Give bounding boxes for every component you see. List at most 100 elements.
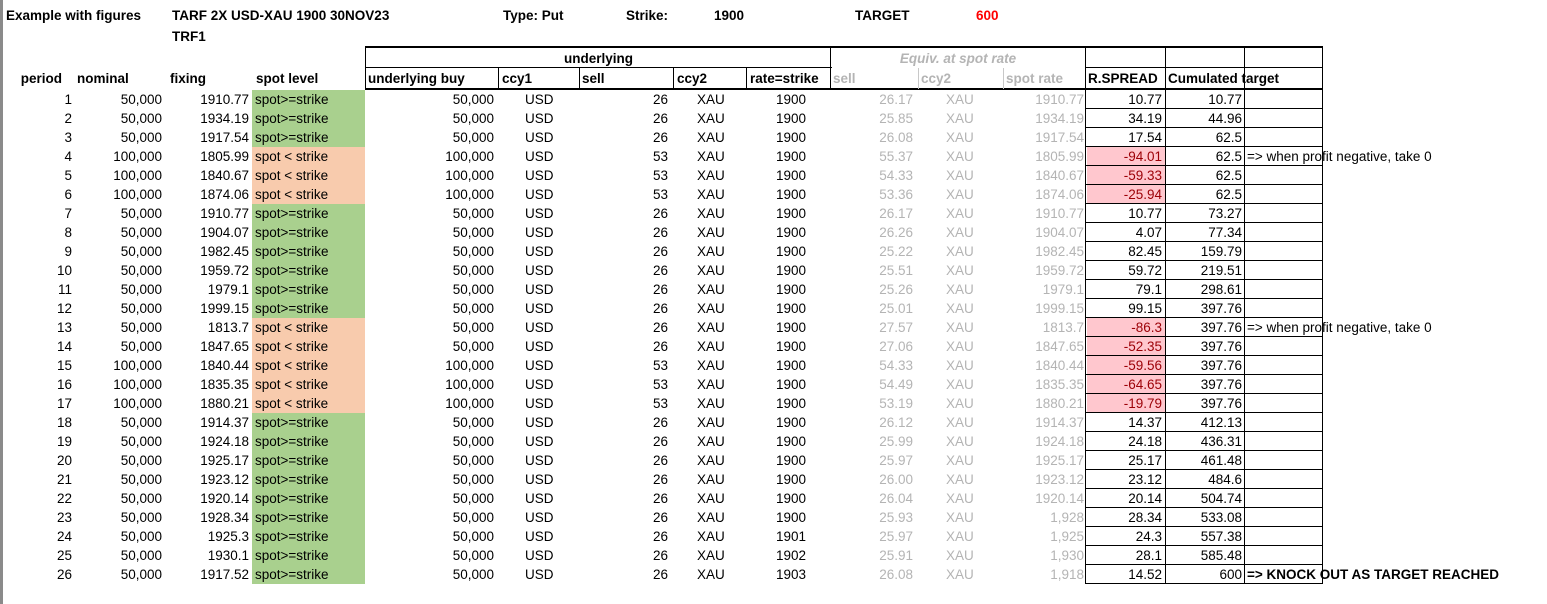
cell-nominal[interactable]: 100,000 [72, 375, 162, 394]
cell-cum[interactable]: 585.48 [1166, 546, 1242, 565]
cell-rate[interactable]: 1900 [747, 128, 806, 147]
cell-rate[interactable]: 1900 [747, 223, 806, 242]
cell-fixing[interactable]: 1925.3 [162, 527, 249, 546]
cell-ccy2[interactable]: XAU [697, 109, 742, 128]
cell-sell[interactable]: 53 [580, 356, 668, 375]
cell-eq-sell[interactable]: 26.17 [831, 204, 913, 223]
cell-fixing[interactable]: 1880.21 [162, 394, 249, 413]
cell-period[interactable]: 11 [6, 280, 72, 299]
cell-cum[interactable]: 397.76 [1166, 375, 1242, 394]
cell-eq-sell[interactable]: 27.57 [831, 318, 913, 337]
cell-eq-ccy2[interactable]: XAU [946, 204, 996, 223]
cell-rate[interactable]: 1900 [747, 299, 806, 318]
cell-sell[interactable]: 26 [580, 451, 668, 470]
cell-rate[interactable]: 1900 [747, 356, 806, 375]
cell-buy[interactable]: 50,000 [366, 565, 494, 584]
cell-spot-rate[interactable]: 1874.06 [1004, 185, 1084, 204]
cell-eq-ccy2[interactable]: XAU [946, 508, 996, 527]
cell-eq-ccy2[interactable]: XAU [946, 318, 996, 337]
cell-cum[interactable]: 600 [1166, 565, 1242, 584]
cell-spot-rate[interactable]: 1979.1 [1004, 280, 1084, 299]
cell-spot-rate[interactable]: 1917.54 [1004, 128, 1084, 147]
cell-spread[interactable]: -59.33 [1086, 166, 1162, 185]
cell-sell[interactable]: 53 [580, 185, 668, 204]
cell-spot-rate[interactable]: 1904.07 [1004, 223, 1084, 242]
cell-spot[interactable]: spot>=strike [253, 451, 365, 470]
cell-ccy2[interactable]: XAU [697, 356, 742, 375]
cell-period[interactable]: 12 [6, 299, 72, 318]
cell-ccy1[interactable]: USD [525, 147, 575, 166]
cell-eq-sell[interactable]: 54.33 [831, 356, 913, 375]
cell-cum[interactable]: 461.48 [1166, 451, 1242, 470]
cell-eq-sell[interactable]: 25.85 [831, 109, 913, 128]
cell-spot-rate[interactable]: 1923.12 [1004, 470, 1084, 489]
cell-spread[interactable]: 14.37 [1086, 413, 1162, 432]
cell-fixing[interactable]: 1924.18 [162, 432, 249, 451]
cell-period[interactable]: 3 [6, 128, 72, 147]
cell-sell[interactable]: 26 [580, 128, 668, 147]
cell-eq-ccy2[interactable]: XAU [946, 299, 996, 318]
cell-eq-sell[interactable]: 25.99 [831, 432, 913, 451]
cell-spread[interactable]: 82.45 [1086, 242, 1162, 261]
cell-period[interactable]: 9 [6, 242, 72, 261]
cell-period[interactable]: 20 [6, 451, 72, 470]
cell-spot-rate[interactable]: 1934.19 [1004, 109, 1084, 128]
cell-sell[interactable]: 26 [580, 242, 668, 261]
cell-fixing[interactable]: 1917.54 [162, 128, 249, 147]
cell-cum[interactable]: 62.5 [1166, 128, 1242, 147]
cell-spread[interactable]: -86.3 [1086, 318, 1162, 337]
cell-ccy1[interactable]: USD [525, 299, 575, 318]
cell-ccy2[interactable]: XAU [697, 185, 742, 204]
cell-period[interactable]: 5 [6, 166, 72, 185]
cell-ccy1[interactable]: USD [525, 489, 575, 508]
cell-fixing[interactable]: 1874.06 [162, 185, 249, 204]
cell-eq-sell[interactable]: 54.33 [831, 166, 913, 185]
cell-period[interactable]: 22 [6, 489, 72, 508]
cell-fixing[interactable]: 1910.77 [162, 204, 249, 223]
cell-ccy1[interactable]: USD [525, 166, 575, 185]
cell-eq-sell[interactable]: 25.97 [831, 451, 913, 470]
cell-eq-ccy2[interactable]: XAU [946, 432, 996, 451]
cell-nominal[interactable]: 50,000 [72, 128, 162, 147]
cell-nominal[interactable]: 50,000 [72, 204, 162, 223]
cell-spread[interactable]: 20.14 [1086, 489, 1162, 508]
cell-cum[interactable]: 557.38 [1166, 527, 1242, 546]
cell-ccy2[interactable]: XAU [697, 527, 742, 546]
cell-eq-sell[interactable]: 26.08 [831, 128, 913, 147]
cell-sell[interactable]: 53 [580, 147, 668, 166]
cell-eq-ccy2[interactable]: XAU [946, 565, 996, 584]
cell-sell[interactable]: 26 [580, 280, 668, 299]
cell-eq-sell[interactable]: 26.26 [831, 223, 913, 242]
cell-period[interactable]: 18 [6, 413, 72, 432]
cell-cum[interactable]: 73.27 [1166, 204, 1242, 223]
cell-fixing[interactable]: 1914.37 [162, 413, 249, 432]
cell-buy[interactable]: 100,000 [366, 394, 494, 413]
cell-nominal[interactable]: 50,000 [72, 470, 162, 489]
cell-sell[interactable]: 26 [580, 565, 668, 584]
cell-cum[interactable]: 298.61 [1166, 280, 1242, 299]
cell-ccy1[interactable]: USD [525, 242, 575, 261]
cell-nominal[interactable]: 100,000 [72, 185, 162, 204]
cell-eq-sell[interactable]: 55.37 [831, 147, 913, 166]
cell-ccy1[interactable]: USD [525, 223, 575, 242]
cell-fixing[interactable]: 1923.12 [162, 470, 249, 489]
cell-spread[interactable]: -64.65 [1086, 375, 1162, 394]
cell-ccy2[interactable]: XAU [697, 299, 742, 318]
cell-spread[interactable]: 24.18 [1086, 432, 1162, 451]
cell-eq-ccy2[interactable]: XAU [946, 527, 996, 546]
cell-spread[interactable]: 28.1 [1086, 546, 1162, 565]
cell-sell[interactable]: 26 [580, 261, 668, 280]
cell-buy[interactable]: 50,000 [366, 204, 494, 223]
cell-period[interactable]: 7 [6, 204, 72, 223]
cell-spread[interactable]: -94.01 [1086, 147, 1162, 166]
cell-ccy2[interactable]: XAU [697, 337, 742, 356]
cell-spot[interactable]: spot>=strike [253, 128, 365, 147]
cell-eq-ccy2[interactable]: XAU [946, 90, 996, 109]
cell-spot-rate[interactable]: 1999.15 [1004, 299, 1084, 318]
cell-buy[interactable]: 50,000 [366, 413, 494, 432]
cell-eq-sell[interactable]: 26.00 [831, 470, 913, 489]
cell-eq-ccy2[interactable]: XAU [946, 147, 996, 166]
cell-ccy1[interactable]: USD [525, 261, 575, 280]
cell-ccy1[interactable]: USD [525, 109, 575, 128]
cell-period[interactable]: 8 [6, 223, 72, 242]
